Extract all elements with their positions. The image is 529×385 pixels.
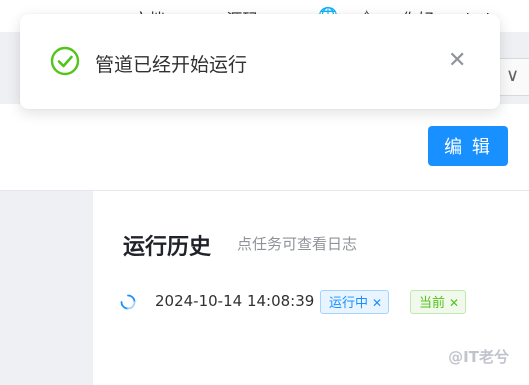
close-icon[interactable]: ✕: [372, 296, 382, 310]
run-history-panel: 运行历史 点任务可查看日志 2024-10-14 14:08:39 运行中 ✕ 当…: [93, 191, 529, 385]
notification-message: 管道已经开始运行: [95, 54, 248, 76]
edit-button[interactable]: 编 辑: [428, 126, 508, 166]
current-badge: 当前 ✕: [410, 290, 467, 314]
loading-spinner-icon: [120, 294, 136, 310]
status-badge-running: 运行中 ✕: [320, 290, 390, 314]
run-history-title: 运行历史: [123, 235, 212, 260]
close-icon[interactable]: ✕: [448, 48, 466, 73]
close-icon[interactable]: ✕: [449, 296, 459, 310]
check-circle-icon: [50, 46, 80, 76]
notification-toast: 管道已经开始运行 ✕: [20, 14, 500, 109]
watermark: @IT老兮: [448, 348, 509, 366]
left-panel: [0, 191, 93, 385]
status-badge-label: 运行中: [329, 296, 369, 311]
run-history-hint: 点任务可查看日志: [237, 235, 358, 253]
collapse-dropdown[interactable]: ∨: [497, 58, 529, 96]
run-timestamp[interactable]: 2024-10-14 14:08:39: [155, 292, 314, 310]
current-badge-label: 当前: [419, 296, 446, 311]
action-bar: 编 辑: [0, 104, 529, 191]
chevron-down-icon: ∨: [506, 65, 520, 86]
